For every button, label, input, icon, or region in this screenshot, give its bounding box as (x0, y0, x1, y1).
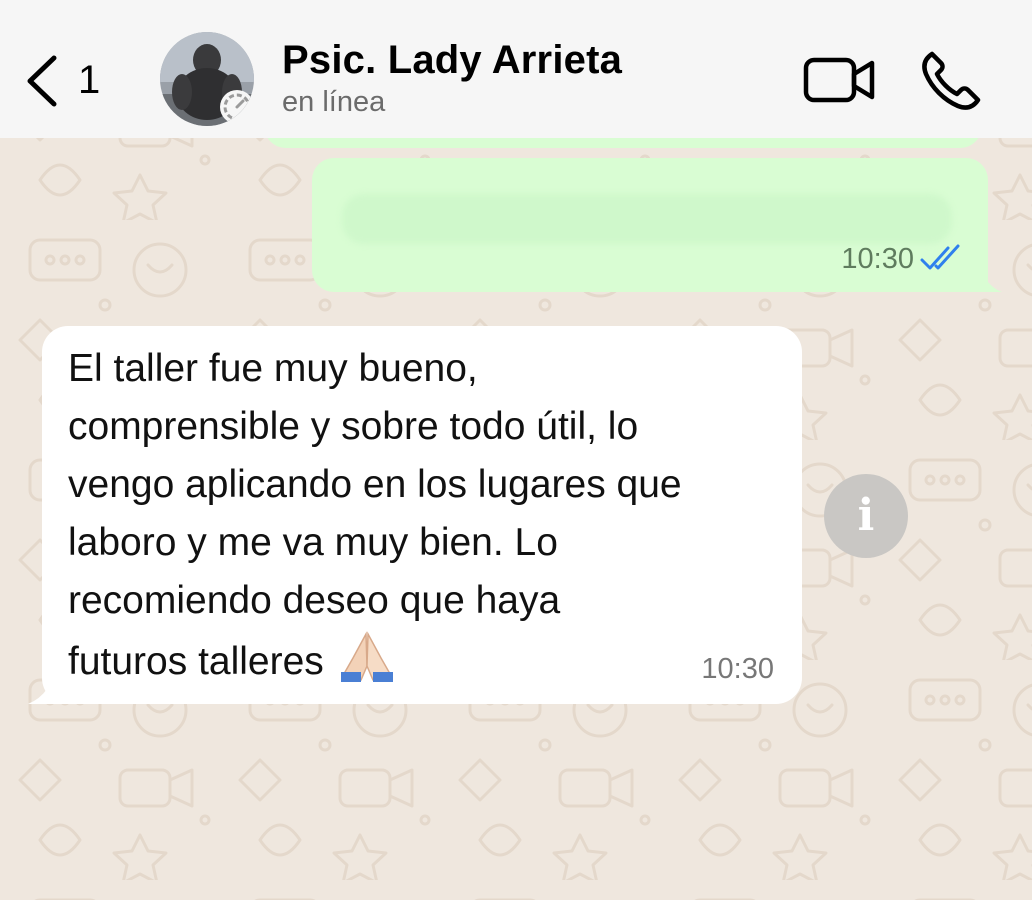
double-check-read-icon (920, 244, 960, 270)
back-button[interactable]: 1 (18, 50, 118, 110)
redacted-message-text (342, 194, 952, 244)
chat-header: 1 Psic. Lady Arrieta en línea (0, 0, 1032, 138)
unread-count: 1 (78, 58, 101, 102)
message-time: 10:30 (841, 243, 914, 275)
avatar-image (160, 32, 254, 126)
outgoing-message-bubble[interactable]: 10:30 (312, 158, 988, 292)
contact-name[interactable]: Psic. Lady Arrieta (282, 38, 622, 83)
voice-call-button[interactable] (918, 46, 988, 112)
phone-icon (922, 51, 981, 110)
avatar[interactable] (160, 32, 254, 126)
incoming-message-bubble[interactable]: El taller fue muy bueno, comprensible y … (42, 326, 802, 704)
outgoing-bubble-tail (966, 248, 1002, 292)
video-camera-icon (803, 57, 875, 103)
chevron-left-icon (27, 55, 57, 107)
info-button[interactable]: i (824, 474, 908, 558)
folded-hands-emoji-icon (340, 631, 393, 682)
message-text: El taller fue muy bueno, comprensible y … (68, 340, 788, 691)
video-call-button[interactable] (800, 50, 880, 110)
online-status: en línea (282, 86, 386, 118)
message-time: 10:30 (701, 653, 774, 685)
info-icon: i (857, 490, 875, 541)
